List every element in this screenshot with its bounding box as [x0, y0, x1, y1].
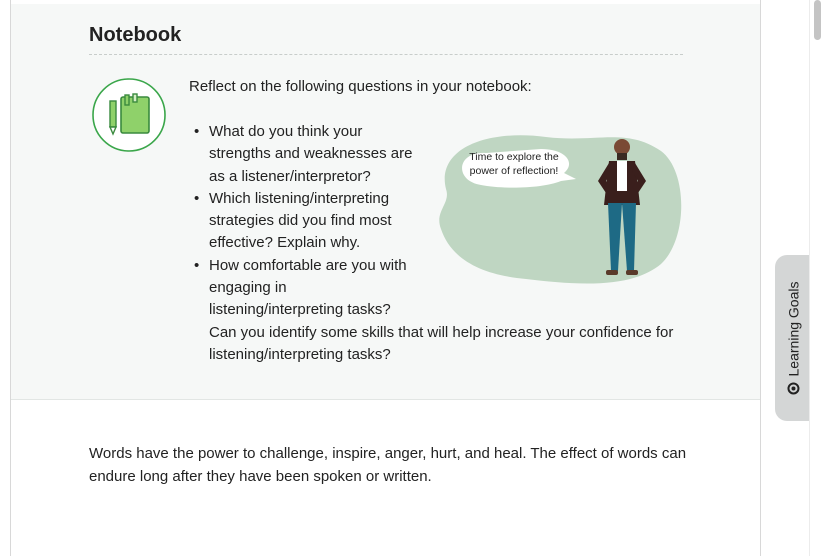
notebook-title: Notebook: [89, 24, 182, 46]
learning-goals-label: Learning Goals: [785, 281, 802, 377]
bullet: •: [194, 189, 200, 207]
speech-bubble-text: Time to explore the power of reflection!: [469, 151, 559, 177]
question-text: Which listening/interpreting strategies …: [209, 189, 392, 252]
learning-goals-tab[interactable]: Learning Goals: [775, 255, 811, 421]
scrollbar-thumb[interactable]: [814, 0, 821, 40]
notebook-pencil-icon: [92, 78, 166, 152]
notebook-intro: Reflect on the following questions in yo…: [189, 78, 532, 95]
learning-goals-tab-inner: Learning Goals: [785, 282, 801, 395]
content-frame: Notebook Reflect on the following questi…: [10, 0, 761, 556]
target-icon: [787, 382, 800, 395]
scrollbar-track[interactable]: [809, 0, 831, 556]
body-paragraph: Words have the power to challenge, inspi…: [89, 445, 687, 485]
bullet: •: [194, 256, 200, 274]
question-text: What do you think your strengths and wea…: [209, 123, 413, 185]
title-divider: [89, 54, 683, 55]
bullet: •: [194, 123, 200, 140]
question-continuation: Can you identify some skills that will h…: [209, 323, 674, 363]
question-text: How comfortable are you with engaging in…: [209, 256, 407, 319]
notebook-panel: Notebook Reflect on the following questi…: [11, 4, 760, 400]
